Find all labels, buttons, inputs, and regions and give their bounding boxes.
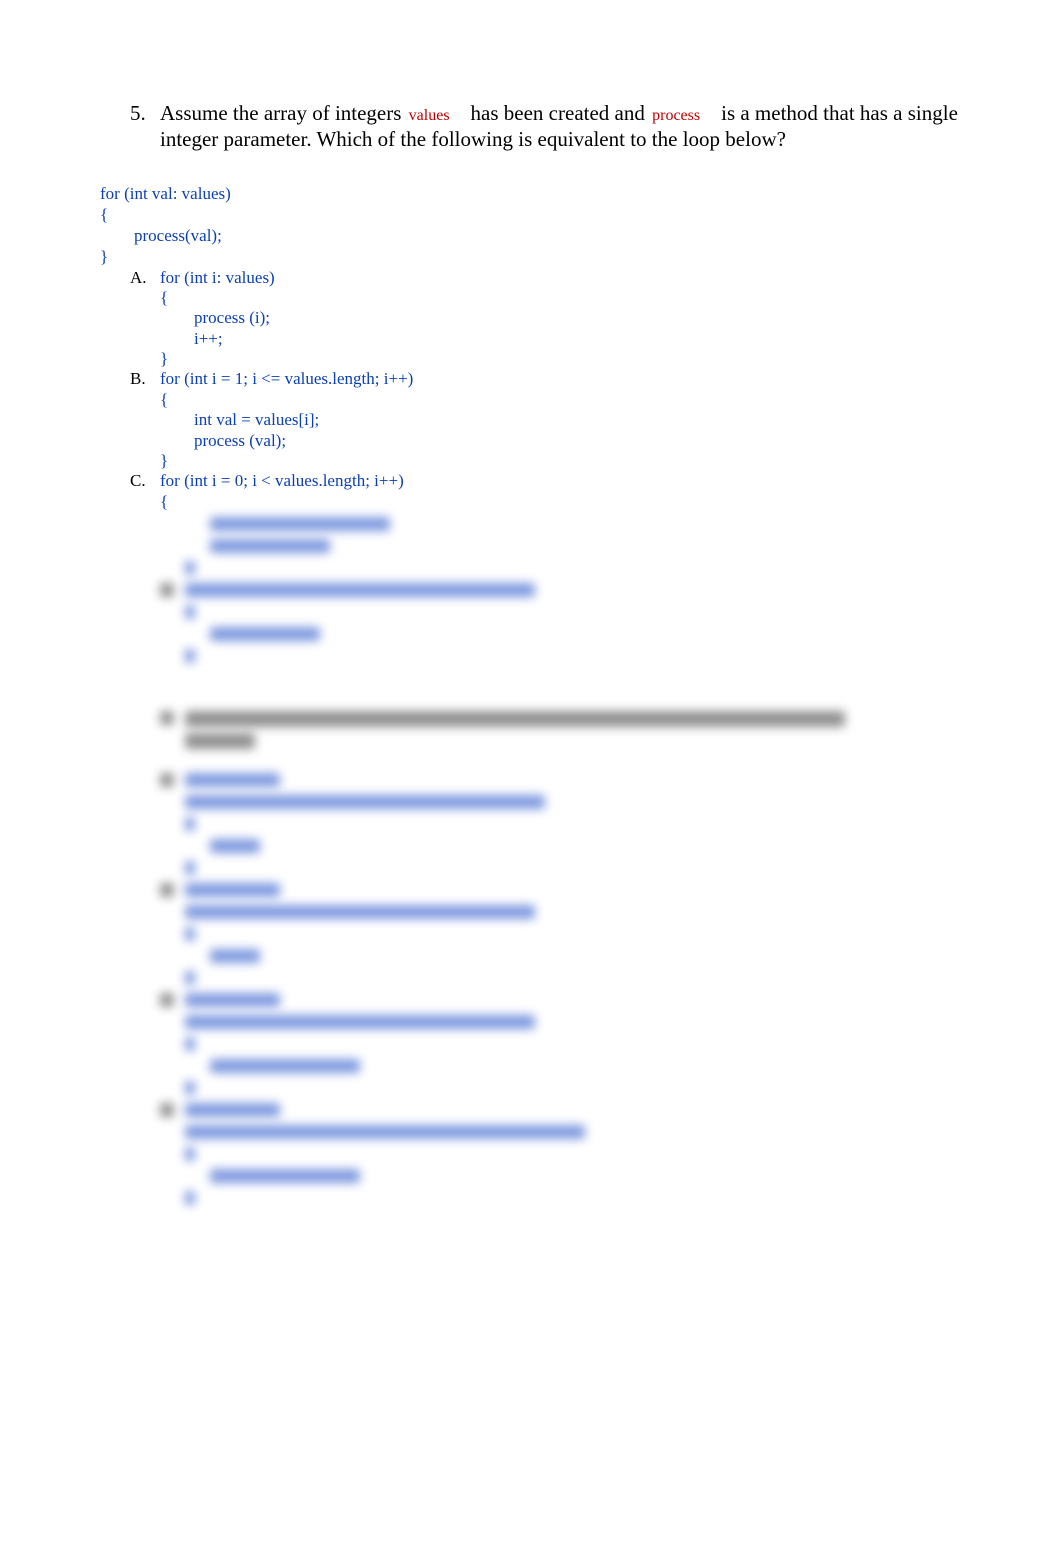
option-a: A. for (int i: values) { process (i); i+… [130,268,962,370]
answer-options: A. for (int i: values) { process (i); i+… [130,268,962,513]
question-text: Assume the array of integers values has … [160,100,962,153]
inline-code-process: process [650,107,700,124]
option-code: for (int i: values) { process (i); i++; … [160,268,962,370]
option-code: for (int i = 1; i <= values.length; i++)… [160,369,962,471]
question-5: 5. Assume the array of integers values h… [130,100,962,153]
q5-text-1: Assume the array of integers [160,101,407,125]
inline-code-values: values [407,107,450,124]
document-page: 5. Assume the array of integers values h… [0,0,1062,1273]
option-label: C. [130,471,160,512]
given-code-block: for (int val: values) { process(val); } [100,183,962,268]
blurred-content-region [130,517,962,1213]
option-b: B. for (int i = 1; i <= values.length; i… [130,369,962,471]
q5-text-2: has been created and [465,101,650,125]
question-number: 5. [130,100,160,153]
option-label: A. [130,268,160,370]
option-label: B. [130,369,160,471]
option-code: for (int i = 0; i < values.length; i++) … [160,471,962,512]
option-c: C. for (int i = 0; i < values.length; i+… [130,471,962,512]
